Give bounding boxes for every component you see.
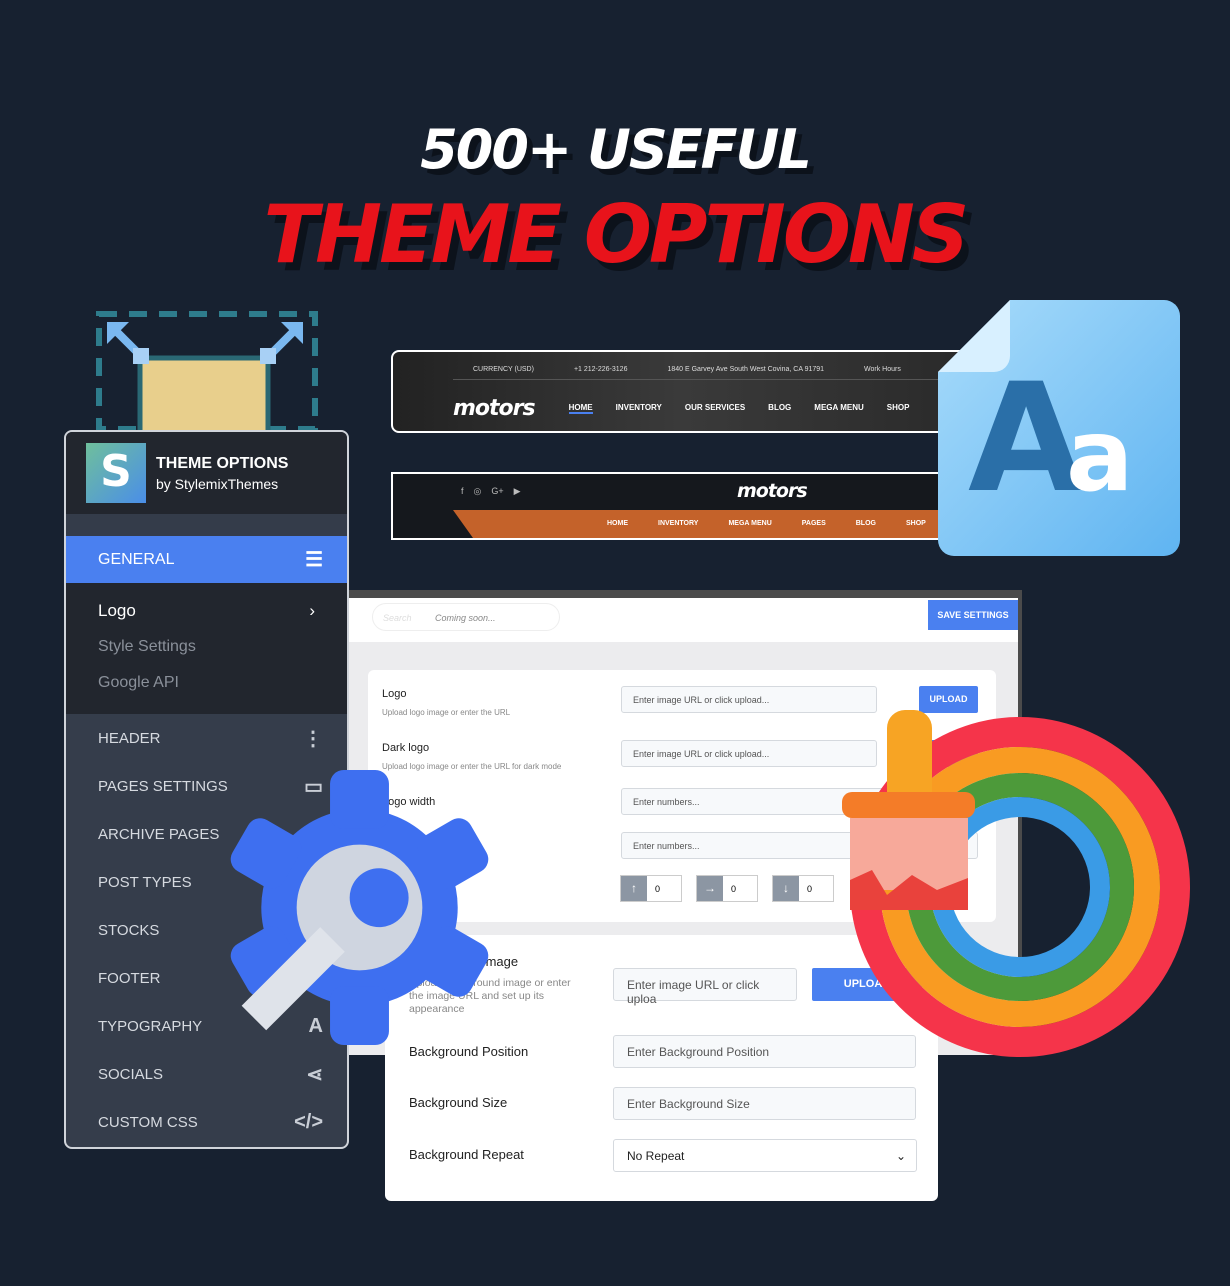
motors-logo: motors [453,396,536,421]
sidebar-item-general[interactable]: GENERAL ☰ [66,536,347,583]
background-size-input[interactable]: Enter Background Size [613,1087,916,1120]
background-image-input[interactable]: Enter image URL or click uploa [613,968,797,1006]
currency-select[interactable]: CURRENCY (USD) [473,366,534,373]
nav-home[interactable]: HOME [607,520,628,527]
nav-services[interactable]: OUR SERVICES [685,403,745,414]
facebook-icon[interactable]: f [461,486,464,497]
instagram-icon[interactable]: ◎ [474,486,482,497]
save-settings-button[interactable]: SAVE SETTINGS [928,600,1018,630]
logo-url-input[interactable]: Enter image URL or click upload... [621,686,877,713]
background-repeat-select[interactable]: No Repeat ⌄ [613,1139,917,1172]
arrow-down-icon: ↓ [773,876,799,901]
dark-logo-label: Dark logo [382,742,430,754]
nav-blog[interactable]: BLOG [768,403,791,414]
nav-pages[interactable]: PAGES [802,520,826,527]
coming-soon-text: Coming soon... [435,613,496,623]
margin-top-stepper[interactable]: ↑ 0 [620,875,682,902]
phone-text: +1 212-226-3126 [573,366,628,373]
headline-line2: THEME OPTIONS [263,188,970,281]
youtube-icon[interactable]: ▶ [514,486,521,497]
nav-inventory[interactable]: INVENTORY [616,403,662,414]
nav-inventory[interactable]: INVENTORY [658,520,698,527]
nav-shop[interactable]: SHOP [887,403,910,414]
nav-shop[interactable]: SHOP [906,520,926,527]
subitem-logo[interactable]: Logo › [98,593,315,629]
margin-bottom-stepper[interactable]: ↓ 0 [772,875,834,902]
address-text: 1840 E Garvey Ave South West Covina, CA … [667,366,825,373]
logo-desc: Upload logo image or enter the URL [382,708,511,717]
code-icon: </> [294,1110,323,1133]
font-file-icon: A a [938,300,1180,556]
sidebar-item-socials[interactable]: SOCIALS ⋖ [66,1050,347,1098]
nav-mega-menu[interactable]: MEGA MENU [728,520,771,527]
logo-label: Logo [382,688,407,700]
dark-logo-url-input[interactable]: Enter image URL or click upload... [621,740,877,767]
google-plus-icon[interactable]: G+ [491,486,503,497]
sliders-icon: ☰ [305,549,323,571]
subitem-google-api[interactable]: Google API [98,665,315,701]
motors-logo: motors [737,480,808,502]
paint-brush-icon [842,710,975,910]
nav-mega-menu[interactable]: MEGA MENU [814,403,863,414]
share-icon: ⋖ [306,1063,323,1086]
more-vertical-icon: ⋮ [303,727,323,750]
sidebar-subtitle: by StylemixThemes [156,475,279,492]
chevron-right-icon: › [309,601,315,620]
nav-blog[interactable]: BLOG [856,520,876,527]
gear-wrench-icon [225,770,494,1045]
search-placeholder: Search [383,613,412,623]
hours-text: Work Hours [864,366,901,373]
stylemix-logo: S [86,443,146,503]
arrow-up-icon: ↑ [621,876,647,901]
header-demo-1: CURRENCY (USD) +1 212-226-3126 1840 E Ga… [391,350,971,433]
header-demo-2: f ◎ G+ ▶ motors HOME INVENTORY MEGA MENU… [391,472,971,540]
sidebar-item-custom-css[interactable]: CUSTOM CSS </> [66,1098,347,1146]
arrow-right-icon: → [697,876,723,901]
logo-upload-button[interactable]: UPLOAD [919,686,978,713]
subitem-style-settings[interactable]: Style Settings [98,629,315,665]
nav-home[interactable]: HOME [568,403,593,414]
background-repeat-label: Background Repeat [409,1147,524,1162]
headline-line1: 500+ USEFUL [420,118,812,181]
margin-right-stepper[interactable]: → 0 [696,875,758,902]
chevron-down-icon: ⌄ [895,1149,906,1163]
background-size-label: Background Size [409,1095,508,1110]
svg-text:a: a [1066,397,1133,514]
sidebar-title: THEME OPTIONS [156,454,289,472]
resize-icon [96,311,318,435]
sidebar-item-header[interactable]: HEADER ⋮ [66,714,347,762]
search-input[interactable]: Search Coming soon... [372,603,560,631]
